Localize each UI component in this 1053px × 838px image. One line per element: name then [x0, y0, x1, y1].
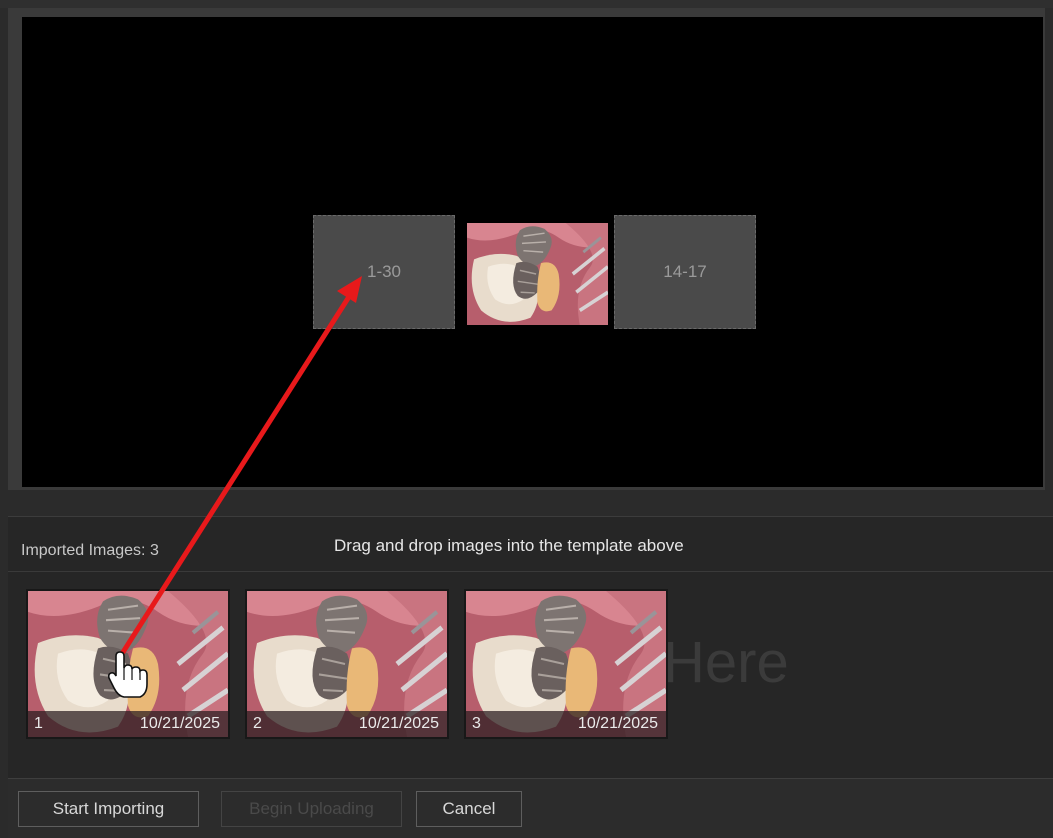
template-slot-14-17[interactable]: 14-17 — [614, 215, 756, 329]
slot-label: 1-30 — [366, 262, 402, 281]
thumbnail-1[interactable]: 1 10/21/2025 — [26, 589, 230, 739]
thumbnail-number: 3 — [472, 715, 481, 732]
cancel-button[interactable]: Cancel — [416, 791, 522, 827]
start-importing-button[interactable]: Start Importing — [18, 791, 199, 827]
thumbnail-date: 10/21/2025 — [139, 715, 220, 732]
thumbnail-number: 2 — [253, 715, 262, 732]
separator — [8, 490, 1053, 516]
footer-bar: Start Importing Begin Uploading Cancel — [8, 778, 1053, 838]
imported-count: Imported Images: 3 — [21, 542, 159, 559]
thumbnail-caption: 1 10/21/2025 — [28, 711, 228, 737]
begin-uploading-button[interactable]: Begin Uploading — [221, 791, 402, 827]
imported-images-panel: Imported Images: 3 Drag and drop images … — [8, 516, 1053, 779]
template-canvas: 1-30 14-17 — [22, 17, 1043, 487]
drop-here-watermark: Here — [663, 630, 789, 695]
template-slot-filled[interactable] — [467, 223, 608, 325]
thumbnail-number: 1 — [34, 715, 43, 732]
slot-label: 14-17 — [663, 262, 707, 281]
thumbnail-caption: 3 10/21/2025 — [466, 711, 666, 737]
thumbnail-caption: 2 10/21/2025 — [247, 711, 447, 737]
thumbnail-date: 10/21/2025 — [577, 715, 658, 732]
top-bar — [0, 0, 1053, 8]
template-slot-1-30[interactable]: 1-30 — [313, 215, 455, 329]
thumbnail-2[interactable]: 2 10/21/2025 — [245, 589, 449, 739]
imported-header: Imported Images: 3 Drag and drop images … — [8, 517, 1053, 572]
drag-drop-hint: Drag and drop images into the template a… — [334, 536, 684, 555]
thumbnail-date: 10/21/2025 — [358, 715, 439, 732]
thumbnail-3[interactable]: 3 10/21/2025 — [464, 589, 668, 739]
dental-photo — [467, 223, 608, 325]
